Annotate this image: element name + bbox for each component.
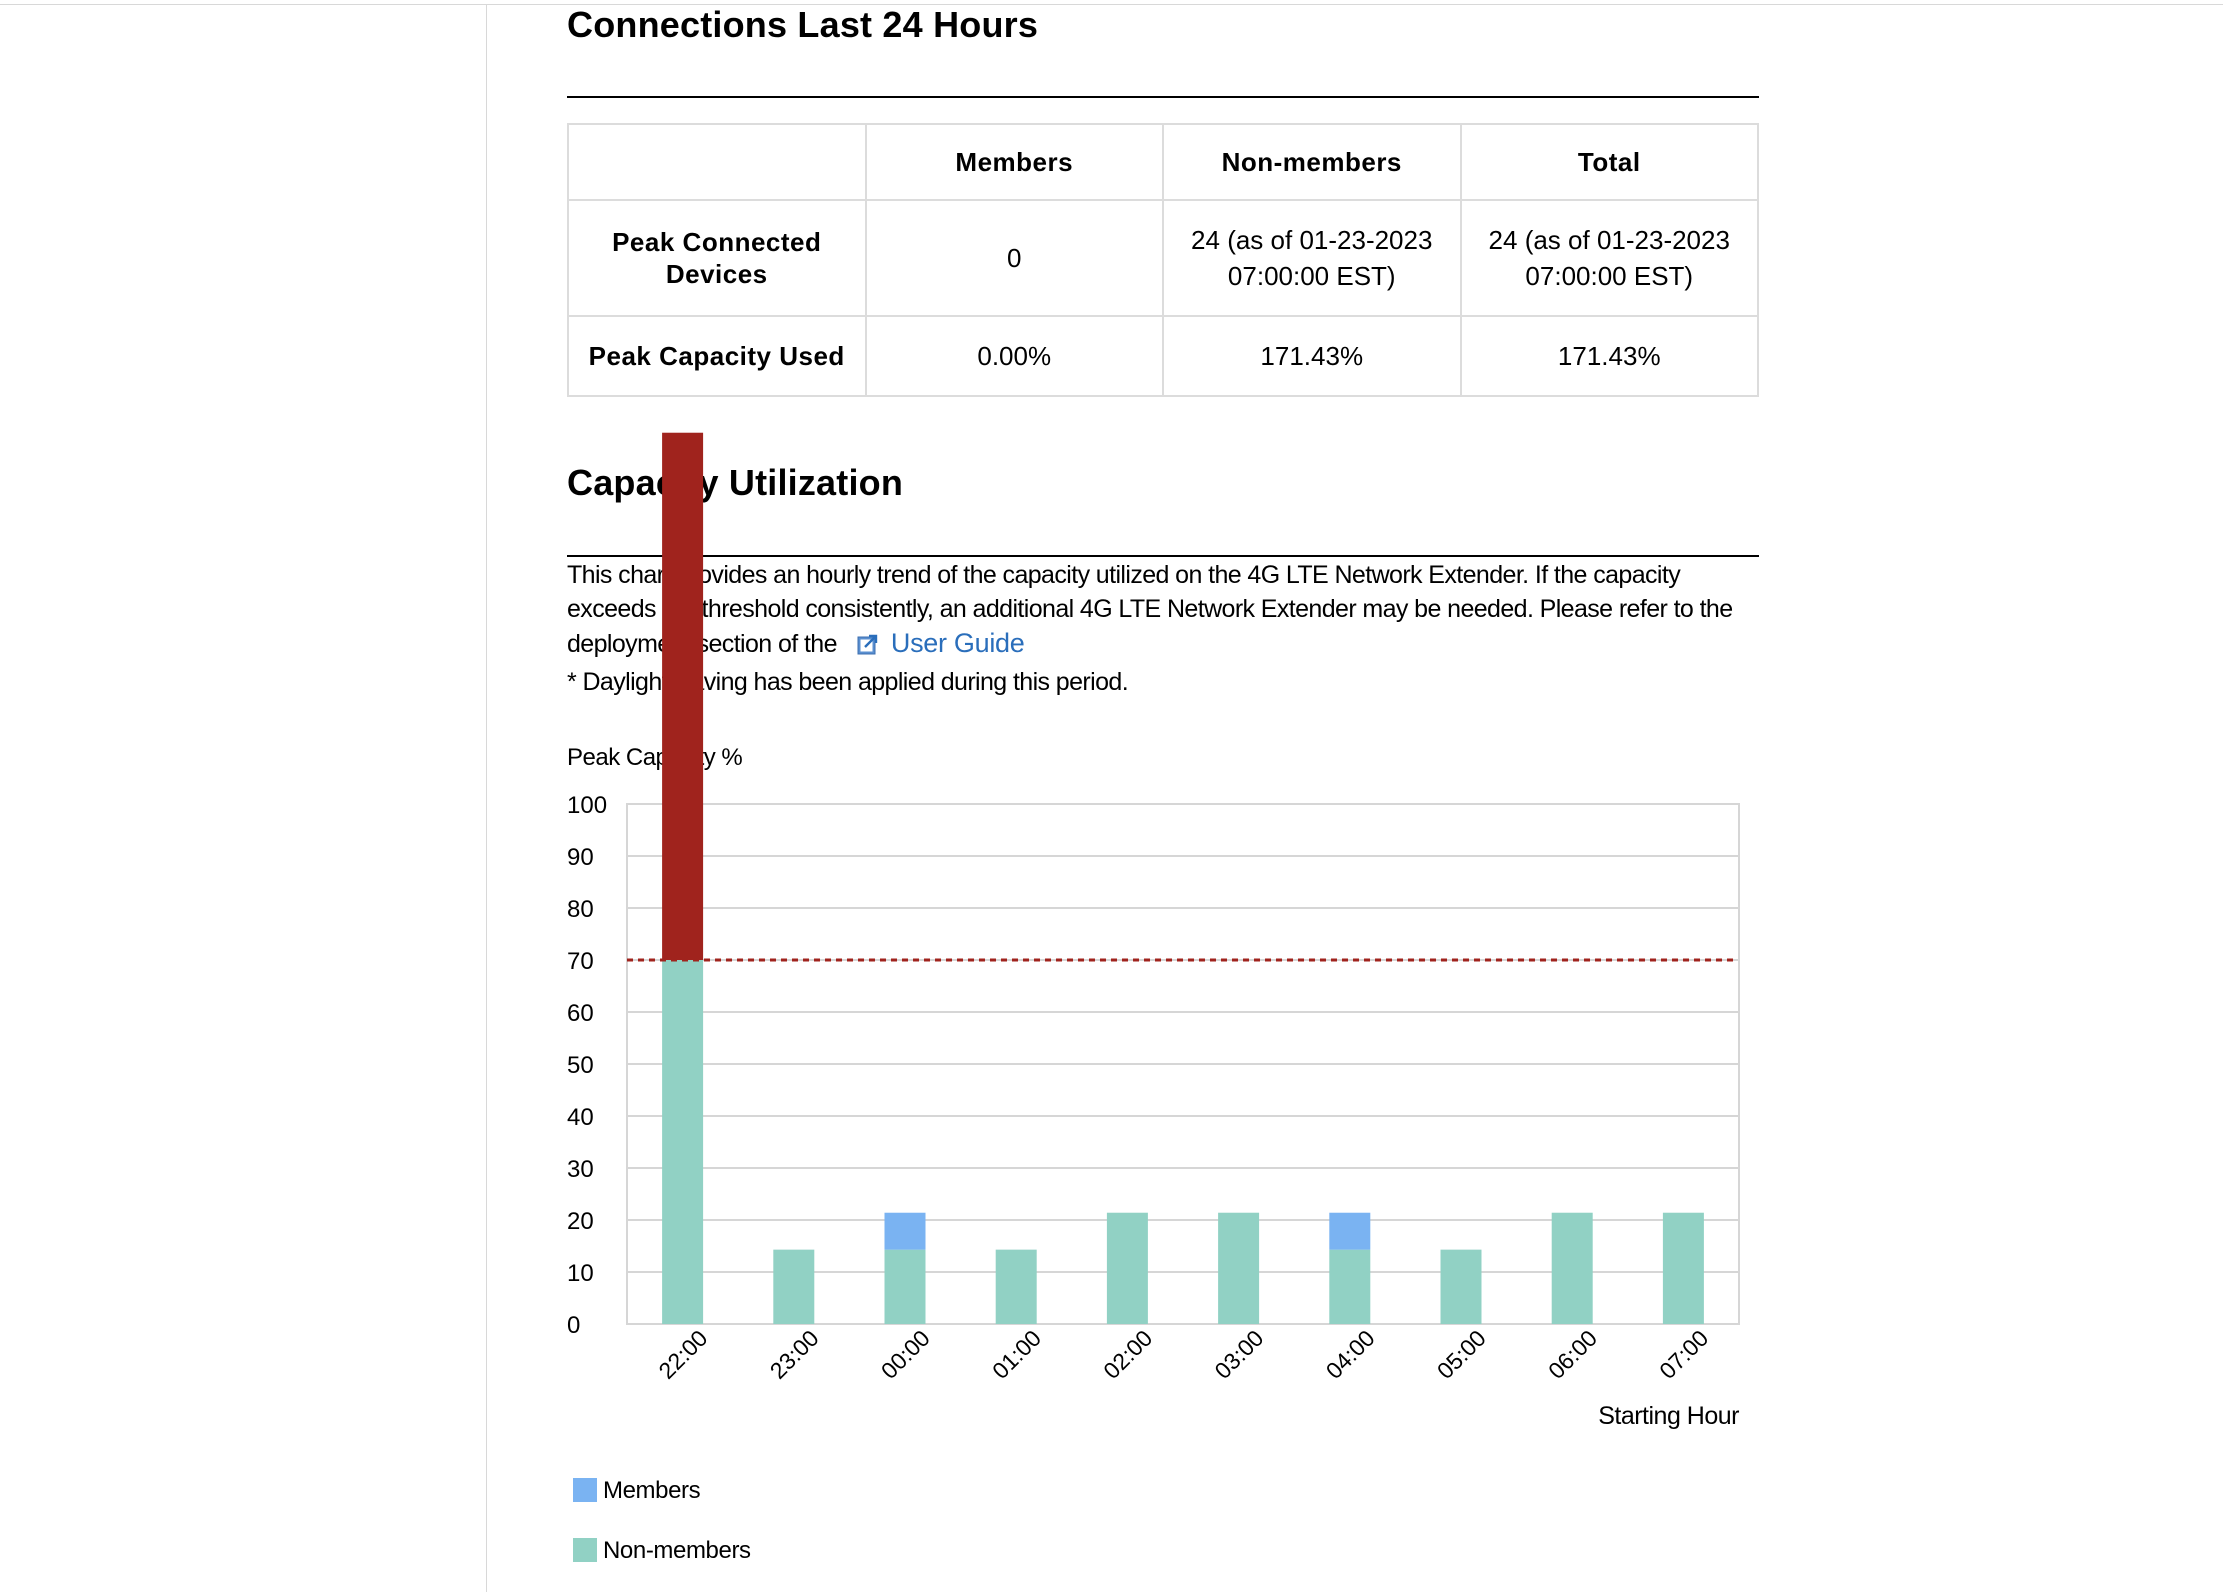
bar-non-members <box>1662 1212 1704 1324</box>
bar-non-members <box>1329 1249 1371 1324</box>
y-tick-label: 70 <box>567 948 594 975</box>
legend-swatch <box>573 1538 597 1562</box>
bar-non-members <box>1440 1249 1482 1324</box>
x-tick-label: 00:00 <box>876 1325 935 1384</box>
y-tick-label: 90 <box>567 844 594 871</box>
x-tick-label: 06:00 <box>1543 1325 1602 1384</box>
x-tick-label: 02:00 <box>1098 1325 1157 1384</box>
x-tick-label: 07:00 <box>1654 1325 1713 1384</box>
bar-non-members <box>1106 1212 1148 1324</box>
y-tick-label: 0 <box>567 1312 580 1339</box>
legend-swatch <box>573 1478 597 1502</box>
y-tick-label: 40 <box>567 1104 594 1131</box>
x-tick-label: 05:00 <box>1432 1325 1491 1384</box>
bar-non-members <box>1218 1212 1260 1324</box>
x-tick-label: 23:00 <box>765 1325 824 1384</box>
y-tick-label: 20 <box>567 1208 594 1235</box>
bar-non-members <box>995 1249 1037 1324</box>
bar-non-members <box>1551 1212 1593 1324</box>
bar-over-threshold <box>662 432 704 961</box>
bar-members <box>884 1212 926 1250</box>
capacity-chart: 0 10 20 30 40 50 60 70 80 90 100 Peak Capacity % 22:… <box>567 432 1740 1564</box>
bar-non-members <box>884 1249 926 1324</box>
sidebar-divider <box>486 4 487 1592</box>
y-tick-label: 10 <box>567 1260 594 1287</box>
y-tick-label: 50 <box>567 1052 594 1079</box>
y-tick-label: 80 <box>567 896 594 923</box>
bar-non-members <box>773 1249 815 1324</box>
x-tick-label: 03:00 <box>1209 1325 1268 1384</box>
x-tick-label: 04:00 <box>1321 1325 1380 1384</box>
x-tick-label: 22:00 <box>653 1325 712 1384</box>
y-tick-label: 30 <box>567 1156 594 1183</box>
y-tick-label: 60 <box>567 1000 594 1027</box>
legend-label: Members <box>603 1477 701 1504</box>
y-tick-label: 100 <box>567 792 607 819</box>
x-tick-label: 01:00 <box>987 1325 1046 1384</box>
bar-members <box>1329 1212 1371 1250</box>
y-axis-label: Peak Capacity % <box>567 744 742 771</box>
bar-non-members <box>662 960 704 1324</box>
x-axis-label: Starting Hour <box>1598 1402 1739 1430</box>
legend-label: Non-members <box>603 1537 751 1564</box>
